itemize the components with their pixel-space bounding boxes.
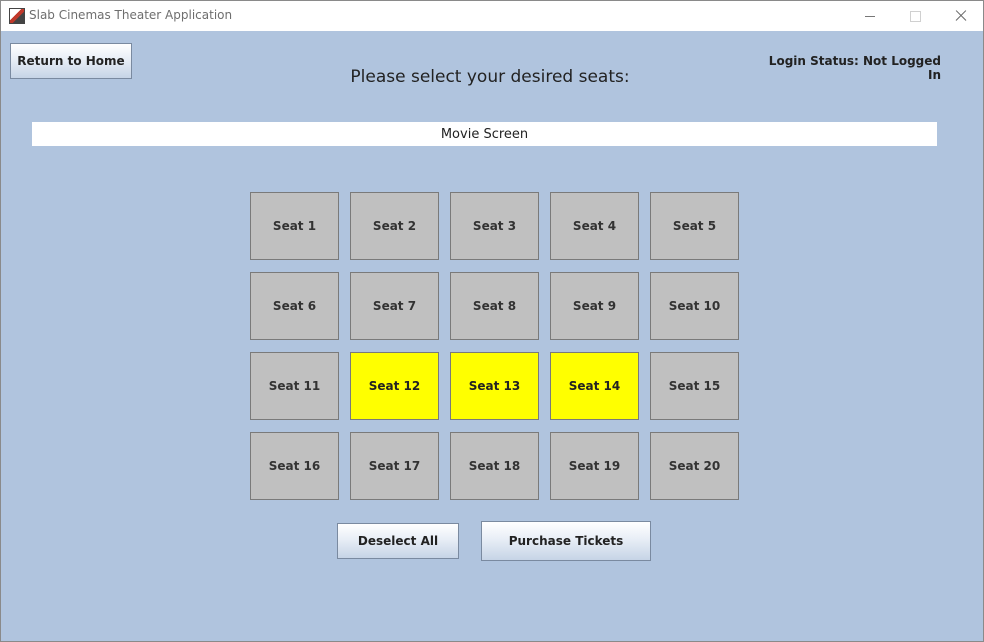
- maximize-icon[interactable]: [892, 1, 938, 31]
- seat-button-9[interactable]: Seat 9: [550, 272, 639, 340]
- deselect-all-button[interactable]: Deselect All: [337, 523, 459, 559]
- title-bar[interactable]: Slab Cinemas Theater Application: [1, 1, 983, 31]
- purchase-tickets-button[interactable]: Purchase Tickets: [481, 521, 651, 561]
- movie-screen-bar: Movie Screen: [32, 122, 937, 146]
- seat-button-17[interactable]: Seat 17: [350, 432, 439, 500]
- seat-button-20[interactable]: Seat 20: [650, 432, 739, 500]
- minimize-icon[interactable]: [847, 1, 893, 31]
- seat-button-5[interactable]: Seat 5: [650, 192, 739, 260]
- seat-button-11[interactable]: Seat 11: [250, 352, 339, 420]
- seat-button-1[interactable]: Seat 1: [250, 192, 339, 260]
- seat-button-18[interactable]: Seat 18: [450, 432, 539, 500]
- seat-button-7[interactable]: Seat 7: [350, 272, 439, 340]
- seat-button-13[interactable]: Seat 13: [450, 352, 539, 420]
- seat-grid: Seat 1 Seat 2 Seat 3 Seat 4 Seat 5 Seat …: [250, 192, 740, 500]
- seat-button-4[interactable]: Seat 4: [550, 192, 639, 260]
- seat-button-16[interactable]: Seat 16: [250, 432, 339, 500]
- seat-button-8[interactable]: Seat 8: [450, 272, 539, 340]
- close-icon[interactable]: [938, 1, 984, 31]
- window-title: Slab Cinemas Theater Application: [29, 8, 233, 22]
- seat-button-10[interactable]: Seat 10: [650, 272, 739, 340]
- login-status-label: Login Status: Not Logged In: [768, 54, 941, 82]
- seat-selection-panel: Return to Home Please select your desire…: [1, 31, 983, 641]
- seat-button-14[interactable]: Seat 14: [550, 352, 639, 420]
- app-window: Slab Cinemas Theater Application Return …: [0, 0, 984, 642]
- seat-button-19[interactable]: Seat 19: [550, 432, 639, 500]
- seat-button-12[interactable]: Seat 12: [350, 352, 439, 420]
- movie-screen-label: Movie Screen: [440, 126, 529, 142]
- seat-button-3[interactable]: Seat 3: [450, 192, 539, 260]
- seat-button-6[interactable]: Seat 6: [250, 272, 339, 340]
- seat-button-2[interactable]: Seat 2: [350, 192, 439, 260]
- seat-button-15[interactable]: Seat 15: [650, 352, 739, 420]
- theater-app-icon: [9, 8, 25, 24]
